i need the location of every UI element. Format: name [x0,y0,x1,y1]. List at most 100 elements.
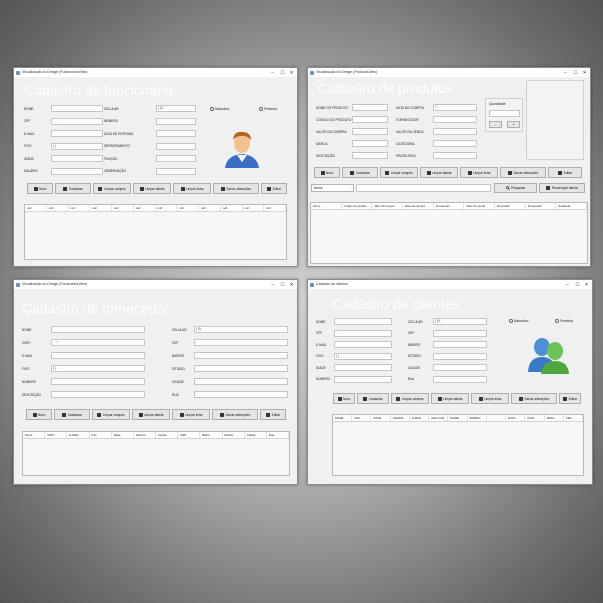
column-header[interactable]: CEP [564,415,583,421]
field-rua[interactable] [433,375,487,383]
limpar-tabela-button[interactable]: Limpar tabela [133,183,171,194]
column-header[interactable]: null [90,205,112,211]
limpar-linha-button[interactable]: Limpar linha [460,167,498,178]
salvar-alteracoes-button[interactable]: Salvar alterações [213,183,259,194]
radio-feminino[interactable]: Feminino [259,107,277,112]
salvar-alteracoes-button[interactable]: Salvar alterações [500,167,546,178]
reload-table-button[interactable]: Recarregar tabela [539,183,585,193]
editar-button[interactable]: Editar [559,393,581,404]
field-cnpj[interactable]: . . / - [51,339,145,346]
column-header[interactable]: null [25,205,47,211]
field-descricao[interactable] [352,152,388,159]
limpar-campos-button[interactable]: Limpar campos [391,393,429,404]
column-header[interactable]: null [243,205,265,211]
field-numero[interactable] [156,117,196,125]
field-rua[interactable] [194,391,288,398]
salvar-alteracoes-button[interactable]: Salvar alterações [212,409,258,420]
column-header[interactable]: null [134,205,156,211]
field-cidade[interactable] [433,364,487,371]
column-header[interactable]: Número [134,432,157,438]
close-button[interactable]: ✕ [582,280,591,289]
maximize-button[interactable]: ☐ [278,68,287,77]
maximize-button[interactable]: ☐ [573,280,582,289]
column-header[interactable]: FONE [371,415,391,421]
field-fornecedor[interactable] [433,116,477,123]
field-cep[interactable]: - [433,329,487,337]
close-button[interactable]: ✕ [287,68,296,77]
field-e-mail[interactable] [51,352,145,359]
novo-button[interactable]: Novo [333,393,355,404]
search-input[interactable] [356,184,491,192]
field-salario[interactable] [51,167,103,175]
field-departamento[interactable] [156,142,196,150]
column-header[interactable]: null [156,205,178,211]
column-header[interactable]: Nome [311,203,342,209]
limpar-tabela-button[interactable]: Limpar tabela [132,409,170,420]
column-header[interactable]: NÚM... [525,415,545,421]
field-cep[interactable]: - [194,339,288,346]
column-header[interactable] [487,415,507,421]
column-header[interactable]: Celular [156,432,179,438]
column-header[interactable]: Descrição [495,203,526,209]
field-codigo-do-produto[interactable] [352,116,388,123]
minimize-button[interactable]: – [561,68,570,77]
close-button[interactable]: ✕ [287,280,296,289]
radio-feminino[interactable]: Feminino [555,319,573,324]
column-header[interactable]: Fornecedor [434,203,465,209]
column-header[interactable]: Rua [267,432,289,438]
field-valor-da-venda[interactable] [433,128,477,135]
radio-masculino[interactable]: Masculino [210,107,229,112]
field-estado[interactable] [433,352,487,360]
field-idade[interactable] [51,155,103,162]
column-header[interactable]: CPF [352,415,372,421]
column-header[interactable]: Valor da venda [464,203,496,209]
search-button[interactable]: Pesquisar [494,183,537,193]
field-nome[interactable] [51,326,145,333]
field-prateleira[interactable] [433,152,477,159]
column-header[interactable]: Idade [112,432,134,438]
field-bairro[interactable] [194,352,288,359]
column-header[interactable]: Cidade [245,432,267,438]
field-fixo[interactable]: ( ) - [51,365,145,372]
editar-button[interactable]: Editar [260,409,286,420]
limpar-campos-button[interactable]: Limpar campos [93,183,131,194]
search-field-select[interactable]: Nome ⌄ [311,184,354,192]
field-estado[interactable] [194,365,288,372]
column-header[interactable]: Estado [223,432,245,438]
field-data-de-entrada[interactable] [156,130,196,137]
field-funcao[interactable] [156,155,196,162]
column-header[interactable]: Nome [23,432,46,438]
novo-button[interactable]: Novo [26,409,52,420]
field-numero[interactable] [334,375,392,383]
field-fixo[interactable]: ( ) - [334,352,392,360]
field-marca[interactable] [352,140,388,147]
column-header[interactable]: Bairro [200,432,223,438]
field-observacao[interactable] [156,167,196,175]
column-header[interactable]: E-MAIL [67,432,90,438]
maximize-button[interactable]: ☐ [571,68,580,77]
column-header[interactable]: CEP [178,432,201,438]
close-button[interactable]: ✕ [580,68,589,77]
field-numero[interactable] [51,378,145,385]
limpar-linha-button[interactable]: Limpar linha [471,393,509,404]
field-idade[interactable] [334,364,392,371]
limpar-campos-button[interactable]: Limpar campos [380,167,418,178]
quantity-plus-button[interactable]: + [507,121,520,128]
cadastrar-button[interactable]: Cadastrar [357,393,389,404]
column-header[interactable]: E-MAIL [410,415,430,421]
quantity-field[interactable] [489,110,520,117]
minimize-button[interactable]: – [268,68,277,77]
column-header[interactable]: CELULAR [429,415,449,421]
maximize-button[interactable]: ☐ [278,280,287,289]
radio-masculino[interactable]: Masculino [509,319,528,324]
salvar-alteracoes-button[interactable]: Salvar alterações [511,393,557,404]
field-categoria[interactable] [433,140,477,147]
limpar-tabela-button[interactable]: Limpar tabela [420,167,458,178]
limpar-linha-button[interactable]: Limpar linha [172,409,210,420]
field-descricao[interactable] [51,391,145,398]
column-header[interactable]: Código do produto [342,203,373,209]
field-nome[interactable] [334,318,392,325]
limpar-tabela-button[interactable]: Limpar tabela [431,393,469,404]
field-fixo[interactable]: ( ) - [51,142,103,150]
column-header[interactable]: null [221,205,243,211]
